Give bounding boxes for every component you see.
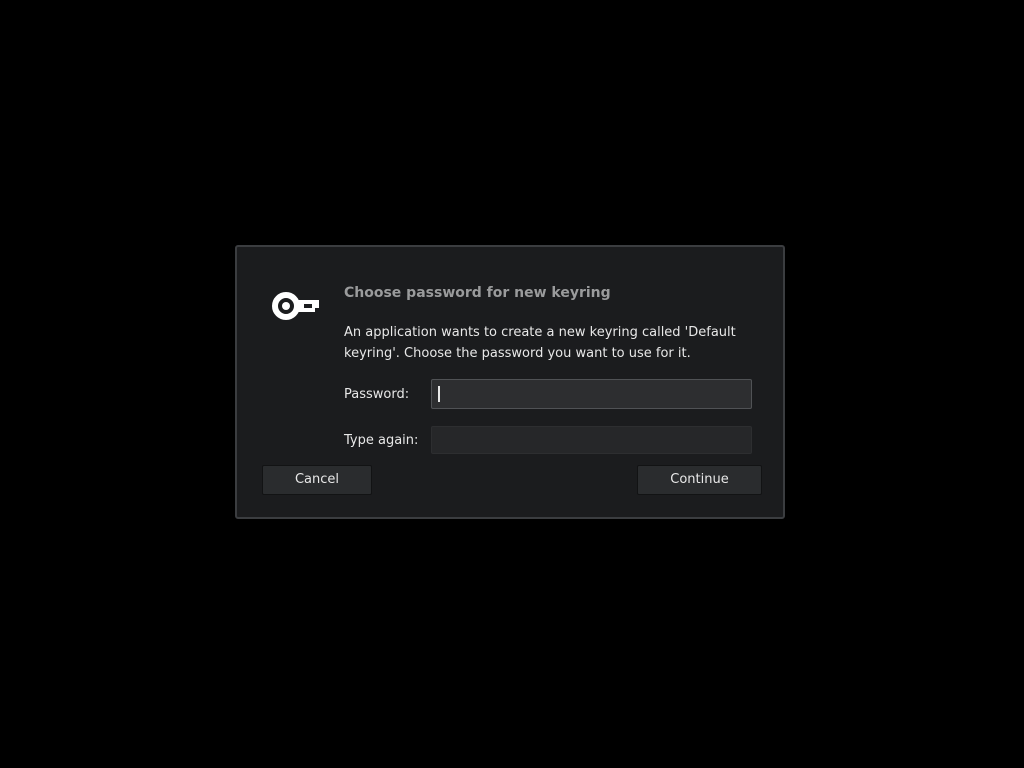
password-label: Password: — [344, 387, 410, 402]
type-again-field[interactable] — [431, 426, 752, 454]
continue-button[interactable]: Continue — [637, 465, 762, 495]
key-icon — [272, 292, 319, 320]
keyring-password-dialog: Choose password for new keyring An appli… — [235, 245, 785, 519]
text-caret — [438, 386, 440, 402]
type-again-label: Type again: — [344, 433, 419, 448]
dialog-message: An application wants to create a new key… — [344, 325, 736, 361]
cancel-button[interactable]: Cancel — [262, 465, 372, 495]
password-field[interactable] — [431, 379, 752, 409]
dialog-title: Choose password for new keyring — [344, 285, 611, 301]
